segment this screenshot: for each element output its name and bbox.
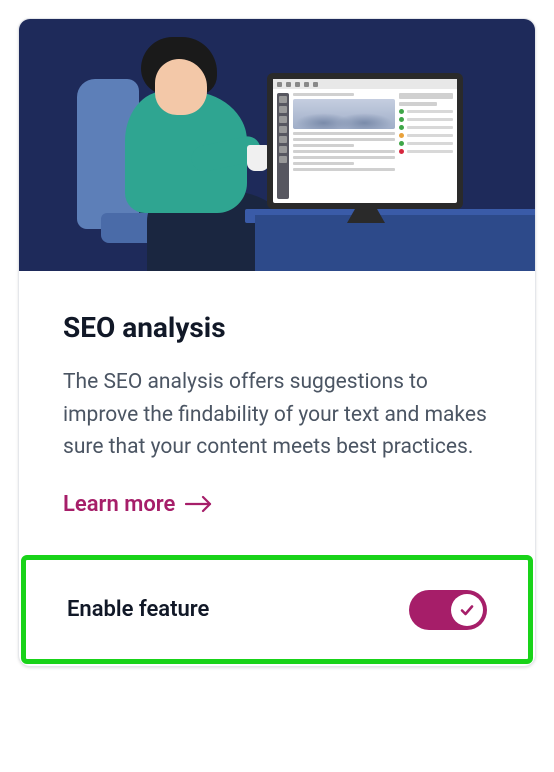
toggle-knob [451,594,483,626]
check-icon [459,602,475,618]
card-illustration: Yoast SEO Premium Readability [19,19,535,271]
illustration-desk [255,215,535,271]
illustration-screen-sidebar [277,93,289,199]
illustration-panel-title: Yoast SEO Premium [399,93,453,99]
illustration-cup [247,145,269,171]
enable-feature-label: Enable feature [67,597,209,622]
card-body: SEO analysis The SEO analysis offers sug… [19,271,535,553]
illustration-monitor: Yoast SEO Premium Readability [267,73,463,209]
illustration-panel-subtitle: Readability [399,102,437,106]
learn-more-link[interactable]: Learn more [63,492,213,517]
enable-feature-toggle[interactable] [409,590,487,630]
illustration-screen-main [293,93,395,199]
arrow-right-icon [185,495,213,513]
card-footer-highlighted: Enable feature [23,557,531,662]
feature-card: Yoast SEO Premium Readability SEO analys… [18,18,536,667]
illustration-screen-panel: Yoast SEO Premium Readability [399,93,453,199]
learn-more-label: Learn more [63,492,175,517]
card-title: SEO analysis [63,311,491,344]
card-description: The SEO analysis offers suggestions to i… [63,366,491,464]
illustration-screen: Yoast SEO Premium Readability [273,79,457,203]
illustration-person-head [155,59,207,115]
illustration-screen-topbar [273,79,457,89]
